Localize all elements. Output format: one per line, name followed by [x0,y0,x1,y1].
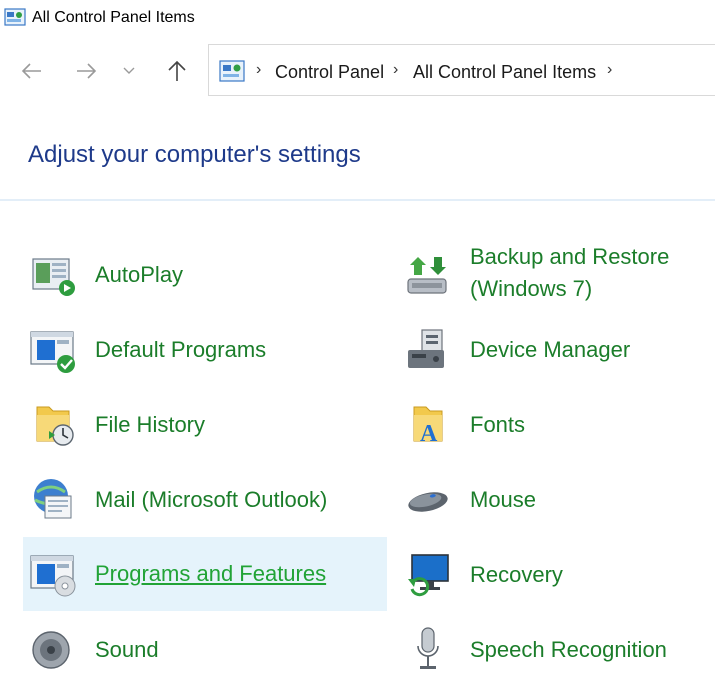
item-device-manager[interactable]: Device Manager [398,317,715,383]
chevron-right-icon[interactable]: › [393,61,398,79]
chevron-right-icon[interactable]: › [256,61,261,79]
chevron-down-icon [123,67,135,74]
item-label: Sound [95,637,159,662]
autoplay-icon [32,258,75,296]
item-label: Device Manager [470,337,631,362]
item-sound[interactable]: Sound [23,617,387,683]
item-label: Mouse [470,487,537,512]
arrow-right-icon [77,63,97,79]
chevron-right-icon[interactable]: › [607,61,612,79]
item-label: File History [95,412,206,437]
breadcrumb-all-items[interactable]: All Control Panel Items [413,61,596,83]
divider [0,199,715,201]
microphone-icon [417,627,439,669]
item-file-history[interactable]: File History [23,392,387,458]
recent-locations-button[interactable] [115,54,143,88]
recovery-icon [408,554,449,597]
mail-icon [34,479,72,519]
address-bar[interactable]: › Control Panel › All Control Panel Item… [208,44,715,96]
item-label: Speech Recognition [470,637,667,662]
default-programs-icon [30,331,75,373]
item-label: Programs and Features [95,561,327,586]
item-recovery[interactable]: Recovery [398,542,715,608]
item-backup-restore[interactable]: Backup and Restore (Windows 7) [398,242,715,308]
arrow-left-icon [21,63,41,79]
speaker-icon [32,631,70,669]
control-panel-icon [4,8,26,26]
title-bar: All Control Panel Items [0,0,715,36]
back-button[interactable] [15,54,49,88]
item-autoplay[interactable]: AutoPlay [23,242,387,308]
svg-text:A: A [420,421,438,447]
item-speech-recognition[interactable]: Speech Recognition [398,617,715,683]
breadcrumb-control-panel[interactable]: Control Panel [275,61,384,83]
item-mouse[interactable]: Mouse [398,467,715,533]
item-label: Mail (Microsoft Outlook) [95,487,328,512]
fonts-icon: A [413,406,443,447]
item-default-programs[interactable]: Default Programs [23,317,387,383]
item-label: Backup and Restore [470,244,670,269]
window-title: All Control Panel Items [32,9,195,26]
item-mail[interactable]: Mail (Microsoft Outlook) [23,467,387,533]
item-label: Default Programs [95,337,267,362]
programs-features-icon [30,555,76,597]
file-history-icon [36,406,74,446]
backup-restore-icon [407,257,447,294]
device-manager-icon [408,329,444,368]
mouse-icon [408,492,448,512]
item-label: AutoPlay [95,262,184,287]
item-label: Fonts [470,412,526,437]
page-title: Adjust your computer's settings [28,141,361,168]
arrow-up-icon [168,60,186,81]
navigation-bar: › Control Panel › All Control Panel Item… [0,44,715,98]
up-button[interactable] [160,54,194,88]
item-programs-features[interactable]: Programs and Features [23,537,387,611]
item-label-line2: (Windows 7) [470,276,593,301]
control-panel-icon [219,60,245,82]
item-fonts[interactable]: A Fonts [398,392,715,458]
forward-button[interactable] [69,54,103,88]
item-label: Recovery [470,562,563,587]
